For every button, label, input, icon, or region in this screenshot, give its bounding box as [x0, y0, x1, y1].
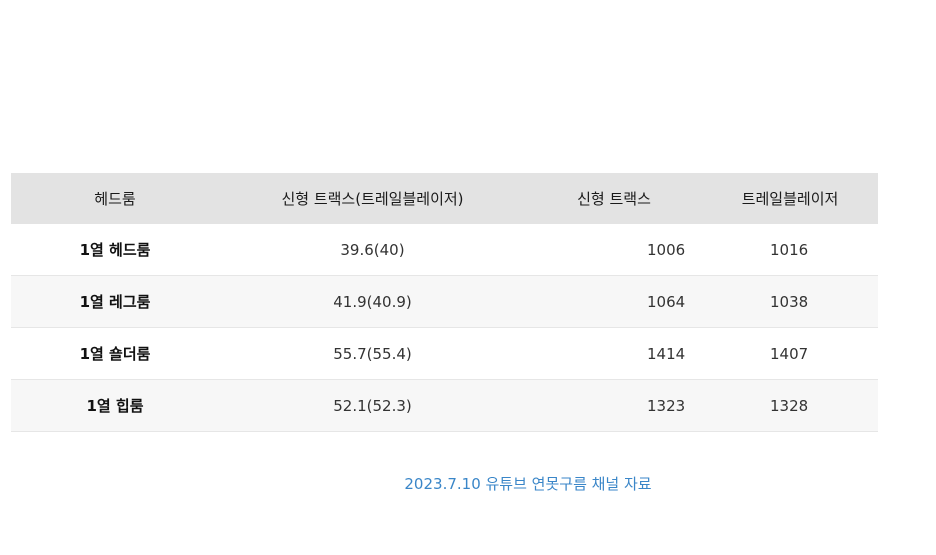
header-combined: 신형 트랙스(트레일블레이저) — [219, 173, 526, 224]
source-caption: 2023.7.10 유튜브 연못구름 채널 자료 — [404, 475, 652, 493]
table-row: 1열 레그룸 41.9(40.9) 1064 1038 — [11, 275, 878, 328]
trax-cell: 1323 — [526, 379, 702, 432]
table-row: 1열 숄더룸 55.7(55.4) 1414 1407 — [11, 327, 878, 380]
combined-cell: 39.6(40) — [219, 224, 526, 276]
trailblazer-cell: 1407 — [702, 327, 878, 380]
row-label: 1열 힙룸 — [11, 379, 219, 432]
trax-cell: 1064 — [526, 275, 702, 328]
trailblazer-cell: 1016 — [702, 224, 878, 276]
header-trax: 신형 트랙스 — [526, 173, 702, 224]
table-row: 1열 헤드룸 39.6(40) 1006 1016 — [11, 224, 878, 276]
table-header-row: 헤드룸 신형 트랙스(트레일블레이저) 신형 트랙스 트레일블레이저 — [11, 173, 878, 224]
combined-cell: 55.7(55.4) — [219, 327, 526, 380]
combined-cell: 41.9(40.9) — [219, 275, 526, 328]
table-row: 1열 힙룸 52.1(52.3) 1323 1328 — [11, 379, 878, 432]
trailblazer-cell: 1328 — [702, 379, 878, 432]
header-trailblazer: 트레일블레이저 — [702, 173, 878, 224]
trax-cell: 1414 — [526, 327, 702, 380]
trax-cell: 1006 — [526, 224, 702, 276]
combined-cell: 52.1(52.3) — [219, 379, 526, 432]
header-dimension: 헤드룸 — [11, 173, 219, 224]
row-label: 1열 레그룸 — [11, 275, 219, 328]
trailblazer-cell: 1038 — [702, 275, 878, 328]
row-label: 1열 숄더룸 — [11, 327, 219, 380]
row-label: 1열 헤드룸 — [11, 224, 219, 276]
headroom-comparison-table: 헤드룸 신형 트랙스(트레일블레이저) 신형 트랙스 트레일블레이저 1열 헤드… — [11, 173, 878, 432]
